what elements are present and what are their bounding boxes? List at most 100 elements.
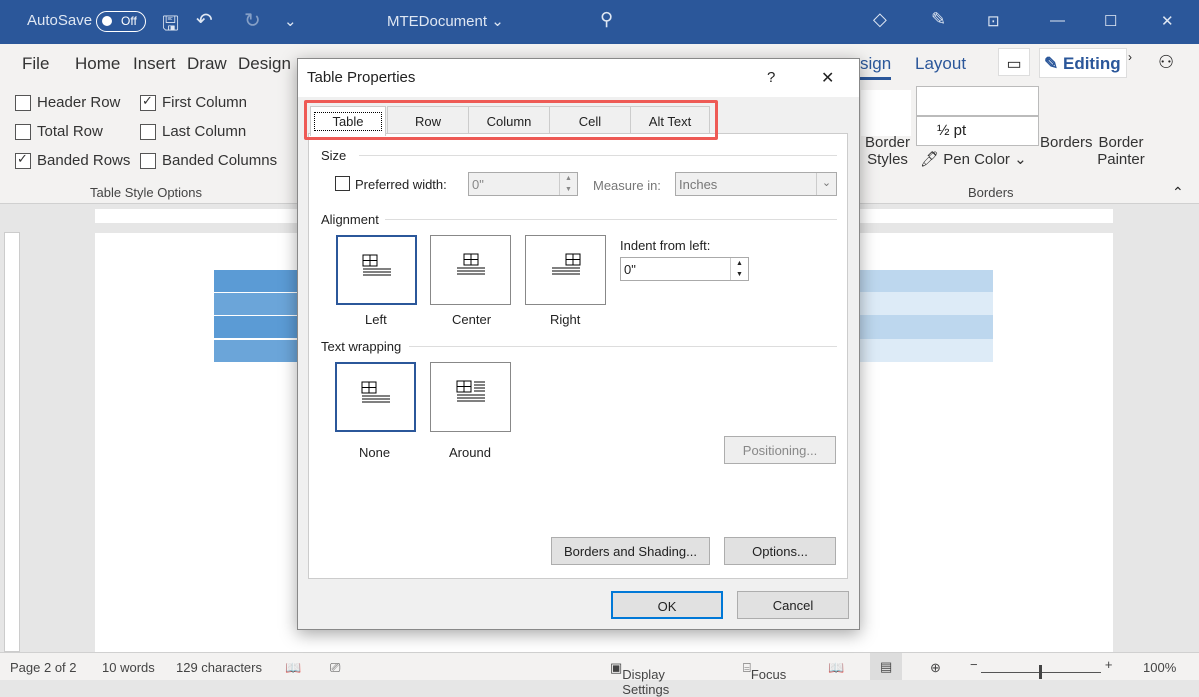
chevron-down-icon: ⌄ — [816, 173, 836, 195]
minimize-icon[interactable]: — — [1050, 12, 1065, 29]
width-spinner[interactable]: ▲▼ — [559, 173, 577, 195]
close-dialog-button[interactable]: ✕ — [821, 68, 834, 88]
group-label-borders: Borders — [968, 185, 1014, 200]
close-window-icon[interactable]: ✕ — [1161, 12, 1174, 30]
editing-label: Editing — [1063, 54, 1121, 73]
measure-in-label: Measure in: — [593, 178, 661, 193]
preferred-width-checkbox[interactable]: Preferred width: — [335, 177, 447, 192]
wrap-around-label: Around — [449, 445, 491, 460]
proofing-icon[interactable]: 📖 — [285, 660, 301, 676]
wrap-around-option[interactable] — [430, 362, 511, 432]
word-count[interactable]: 10 words — [102, 660, 155, 675]
tab-file[interactable]: File — [22, 54, 49, 74]
checkbox-first-column[interactable]: First Column — [140, 94, 247, 111]
measure-in-value: Inches — [679, 177, 717, 192]
indent-spinner[interactable]: ▲▼ — [730, 258, 748, 280]
ok-button[interactable]: OK — [611, 591, 723, 619]
borders-and-shading-button[interactable]: Borders and Shading... — [551, 537, 710, 565]
autosave-toggle[interactable]: Off — [96, 11, 146, 32]
dialog-title-bar: Table Properties ? ✕ — [298, 59, 859, 97]
tab-table-design[interactable]: sign — [860, 54, 891, 80]
save-icon[interactable]: 🖫 — [162, 9, 179, 43]
focus-button[interactable]: ⌸ Focus — [743, 660, 751, 676]
table-right-icon — [551, 253, 581, 277]
wrap-around-icon — [456, 380, 486, 404]
tab-home[interactable]: Home — [75, 54, 120, 74]
comments-icon[interactable]: ▭ — [998, 48, 1030, 76]
tab-design[interactable]: Design — [238, 54, 291, 74]
table-properties-dialog: Table Properties ? ✕ Size Preferred widt… — [297, 58, 860, 630]
line-style-dropdown[interactable] — [916, 86, 1039, 116]
section-size: Size — [321, 148, 346, 163]
section-alignment: Alignment — [321, 212, 379, 227]
line-weight-dropdown[interactable]: ½ pt — [916, 116, 1039, 146]
pencil-icon: ✎ — [1044, 54, 1058, 73]
zoom-slider[interactable]: − + — [970, 657, 1112, 672]
maximize-icon[interactable]: ☐ — [1104, 12, 1117, 30]
ribbon-display-icon[interactable]: ⊡ — [987, 12, 1000, 30]
table-center-icon — [456, 253, 486, 277]
chevron-right-icon[interactable]: › — [1128, 50, 1132, 64]
wrap-none-icon — [361, 381, 391, 405]
page-count[interactable]: Page 2 of 2 — [10, 660, 77, 675]
display-settings-button[interactable]: ▣ Display Settings — [610, 660, 622, 676]
tabs-highlight-box — [304, 100, 718, 140]
status-bar: Page 2 of 2 10 words 129 characters 📖 ⎚ … — [0, 652, 1199, 680]
wrap-none-option[interactable] — [335, 362, 416, 432]
checkbox-last-column[interactable]: Last Column — [140, 123, 246, 140]
display-settings-label: Display Settings — [622, 667, 669, 697]
editing-mode-button[interactable]: ✎ Editing — [1039, 48, 1127, 78]
border-painter-button[interactable]: Border Painter — [1097, 134, 1145, 168]
table-tab-panel: Size Preferred width: 0" ▲▼ Measure in: I… — [308, 133, 848, 579]
indent-value: 0" — [624, 262, 636, 277]
search-icon[interactable]: ⚲ — [600, 9, 613, 30]
section-text-wrapping: Text wrapping — [321, 339, 401, 354]
read-mode-icon[interactable]: 📖 — [828, 660, 844, 676]
checkbox-total-row[interactable]: Total Row — [15, 123, 103, 140]
checkbox-banded-columns[interactable]: Banded Columns — [140, 152, 277, 169]
indent-input[interactable]: 0" ▲▼ — [620, 257, 749, 281]
tab-layout[interactable]: Layout — [915, 54, 966, 74]
pen-color-label: Pen Color — [943, 151, 1010, 168]
preferred-width-input[interactable]: 0" ▲▼ — [468, 172, 578, 196]
title-bar: AutoSave Off 🖫 ↶ ↻ ⌄ MTEDocument ⌄ ⚲ ◇ ✎… — [0, 0, 1199, 44]
accessibility-icon[interactable]: ⎚ — [330, 660, 340, 676]
border-styles-button[interactable]: Border Styles — [860, 134, 915, 168]
align-right-option[interactable] — [525, 235, 606, 305]
borders-button[interactable]: Borders — [1040, 134, 1093, 151]
vertical-ruler[interactable] — [4, 232, 20, 652]
group-label-table-style-options: Table Style Options — [90, 185, 202, 200]
premium-icon[interactable]: ◇ — [873, 9, 887, 30]
table-light-columns — [860, 270, 993, 362]
autosave-label: AutoSave — [27, 12, 92, 29]
tab-draw[interactable]: Draw — [187, 54, 227, 74]
print-layout-icon[interactable]: ▤ — [870, 653, 902, 680]
positioning-button[interactable]: Positioning... — [724, 436, 836, 464]
align-left-label: Left — [365, 312, 387, 327]
cancel-button[interactable]: Cancel — [737, 591, 849, 619]
customize-qat-icon[interactable]: ⌄ — [284, 12, 297, 30]
align-center-option[interactable] — [430, 235, 511, 305]
web-layout-icon[interactable]: ⊕ — [930, 660, 941, 676]
measure-in-select[interactable]: Inches ⌄ — [675, 172, 837, 196]
undo-icon[interactable]: ↶ — [196, 8, 213, 33]
preferred-width-value: 0" — [472, 177, 484, 192]
table-left-icon — [362, 254, 392, 278]
checkbox-header-row[interactable]: Header Row — [15, 94, 120, 111]
checkbox-banded-rows[interactable]: Banded Rows — [15, 152, 130, 169]
zoom-level[interactable]: 100% — [1143, 660, 1176, 675]
border-styles-preview[interactable] — [861, 90, 911, 136]
wrap-none-label: None — [359, 445, 390, 460]
tab-insert[interactable]: Insert — [133, 54, 176, 74]
pen-color-button[interactable]: 🖊 Pen Color ⌄ — [920, 150, 1027, 168]
collapse-ribbon-icon[interactable]: ⌃ — [1172, 184, 1184, 201]
document-title[interactable]: MTEDocument ⌄ — [387, 12, 504, 30]
character-count[interactable]: 129 characters — [176, 660, 262, 675]
share-icon[interactable]: ⚇ — [1158, 52, 1174, 73]
align-left-option[interactable] — [336, 235, 417, 305]
help-button[interactable]: ? — [767, 69, 775, 86]
redo-icon[interactable]: ↻ — [244, 8, 261, 33]
dialog-title: Table Properties — [307, 69, 415, 86]
designer-icon[interactable]: ✎ — [931, 9, 946, 30]
options-button[interactable]: Options... — [724, 537, 836, 565]
